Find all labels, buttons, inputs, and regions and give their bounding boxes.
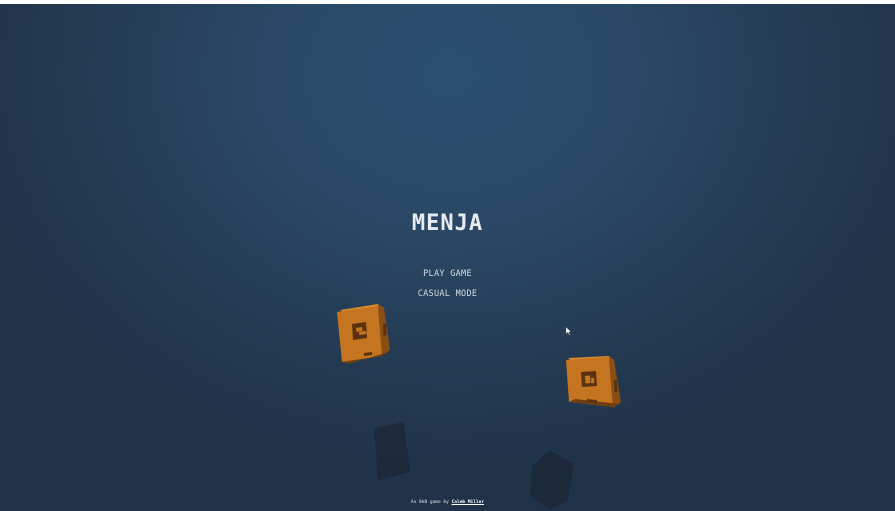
footer-prefix: An 8kB game by: [410, 500, 449, 505]
orange-cube-left[interactable]: [334, 302, 396, 364]
mouse-pointer-icon: [566, 327, 572, 335]
footer-credit: An 8kB game by Caleb Miller: [0, 500, 895, 505]
orange-cube-right[interactable]: [563, 352, 625, 414]
play-game-button[interactable]: PLAY GAME: [0, 269, 895, 279]
cube-shadow-left: [374, 422, 410, 480]
game-canvas[interactable]: MENJA PLAY GAME CASUAL MODE An 8kB game …: [0, 4, 895, 511]
casual-mode-button[interactable]: CASUAL MODE: [0, 289, 895, 299]
author-link[interactable]: Caleb Miller: [452, 500, 485, 505]
game-title: MENJA: [411, 211, 484, 236]
